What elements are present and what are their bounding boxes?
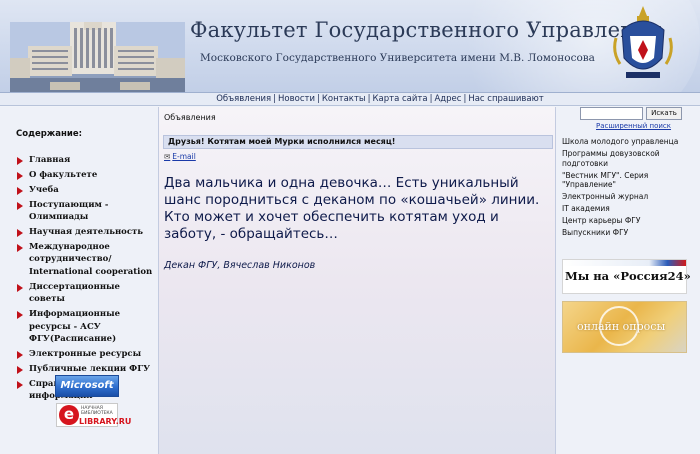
elibrary-logo[interactable]: e НАУЧНАЯ БИБЛИОТЕКА LIBRARY.RU (56, 403, 131, 427)
news-headline: Друзья! Котятам моей Мурки исполнился ме… (163, 135, 553, 149)
email-link[interactable]: ✉ E-mail (164, 152, 196, 161)
site-subtitle: Московского Государственного Университет… (200, 52, 595, 64)
nav-sitemap[interactable]: Карта сайта (372, 94, 427, 104)
sidebar-item-research[interactable]: Научная деятельность (16, 226, 154, 239)
advanced-search-link[interactable]: Расширенный поиск (596, 122, 671, 130)
sidebar-item-e-resources[interactable]: Электронные ресурсы (16, 348, 154, 361)
russia24-stripe (563, 260, 686, 266)
nav-separator: | (316, 94, 320, 104)
email-label[interactable]: E-mail (172, 152, 196, 161)
link-young-manager-school[interactable]: Школа молодого управленца (562, 137, 697, 147)
nav-separator: | (429, 94, 433, 104)
site-title: Факультет Государственного Управления (190, 18, 663, 42)
sidebar-item-about[interactable]: О факультете (16, 169, 154, 182)
link-career-center[interactable]: Центр карьеры ФГУ (562, 216, 697, 226)
elibrary-big-text: LIBRARY.RU (79, 417, 132, 426)
left-sidebar: Содержание: Главная О факультете Учеба П… (0, 107, 158, 454)
main-content: Объявления Друзья! Котятам моей Мурки ис… (158, 107, 556, 454)
sidebar-item-international[interactable]: Международное сотрудничество/ Internatio… (16, 241, 154, 279)
link-alumni[interactable]: Выпускники ФГУ (562, 228, 697, 238)
coat-of-arms-icon (613, 6, 673, 78)
link-e-journal[interactable]: Электронный журнал (562, 192, 697, 202)
sidebar-item-dissertation[interactable]: Диссертационные советы (16, 281, 154, 306)
sidebar-menu: Главная О факультете Учеба Поступающим -… (16, 154, 154, 405)
right-sidebar: Искать Расширенный поиск Школа молодого … (556, 107, 700, 454)
announcement-body: Два мальчика и одна девочка… Есть уникал… (164, 175, 540, 242)
section-title: Объявления (164, 113, 216, 122)
link-it-academy[interactable]: IT академия (562, 204, 697, 214)
nav-announcements[interactable]: Объявления (216, 94, 271, 104)
announcement-signature: Декан ФГУ, Вячеслав Никонов (164, 260, 316, 271)
sidebar-item-public-lectures[interactable]: Публичные лекции ФГУ (16, 363, 154, 376)
top-navigation: Объявления | Новости | Контакты | Карта сайта |… (0, 92, 700, 106)
microsoft-logo[interactable]: Microsoft (55, 375, 119, 397)
sidebar-item-study[interactable]: Учеба (16, 184, 154, 197)
online-polls-banner[interactable]: онлайн опросы (562, 301, 687, 353)
russia24-banner[interactable]: Мы на «Россия24» (562, 259, 691, 294)
site-header: Факультет Государственного Управления Мо… (0, 0, 700, 92)
sidebar-heading: Содержание: (16, 129, 82, 139)
nav-separator: | (273, 94, 277, 104)
sidebar-item-info-resources[interactable]: Информационные ресурсы - АСУ ФГУ(Расписа… (16, 308, 154, 346)
nav-contacts[interactable]: Контакты (322, 94, 366, 104)
elibrary-e-icon: e (59, 405, 79, 425)
search-input[interactable] (580, 107, 643, 120)
link-msu-bulletin[interactable]: "Вестник МГУ". Серия "Управление" (562, 171, 697, 190)
envelope-icon: ✉ (164, 152, 171, 161)
sidebar-item-admission[interactable]: Поступающим - Олимпиады (16, 199, 154, 224)
link-pre-university[interactable]: Программы довузовской подготовки (562, 149, 697, 168)
nav-separator: | (463, 94, 467, 104)
search-button[interactable]: Искать (646, 107, 682, 120)
polls-text: онлайн опросы (577, 320, 666, 333)
sidebar-item-home[interactable]: Главная (16, 154, 154, 167)
russia24-text: Мы на «Россия24» (565, 269, 691, 283)
nav-faq[interactable]: Нас спрашивают (468, 94, 543, 104)
nav-news[interactable]: Новости (278, 94, 315, 104)
right-links: Школа молодого управленца Программы дову… (562, 137, 697, 240)
university-building-image (10, 22, 185, 92)
elibrary-small-text: НАУЧНАЯ БИБЛИОТЕКА (81, 406, 113, 416)
nav-address[interactable]: Адрес (434, 94, 461, 104)
nav-separator: | (367, 94, 371, 104)
